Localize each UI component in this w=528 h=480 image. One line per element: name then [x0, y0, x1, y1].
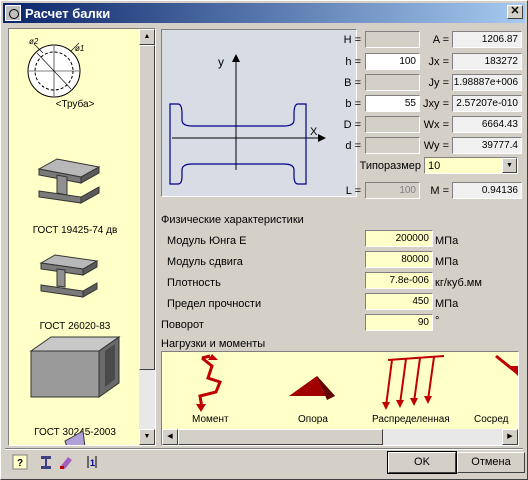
- help-icon[interactable]: ?: [11, 454, 29, 472]
- young-unit: МПа: [435, 235, 459, 247]
- L-label: L =: [345, 185, 361, 197]
- dim-D-label: D =: [343, 119, 361, 131]
- dim-h-field[interactable]: 100: [365, 53, 420, 70]
- load-label: Распределенная: [372, 414, 450, 425]
- scroll-left-button[interactable]: ◀: [162, 429, 178, 445]
- density-label: Плотность: [167, 277, 221, 289]
- prop-Wy-label: Wy =: [423, 140, 449, 152]
- prop-Wy-field: 39777.4: [452, 137, 522, 154]
- prop-A-label: A =: [432, 34, 449, 46]
- load-label: Момент: [192, 414, 229, 425]
- pipe-section-icon: ø2 ø1: [27, 37, 84, 98]
- rotation-label: Поворот: [161, 319, 204, 331]
- support-icon: [289, 376, 335, 400]
- paint-icon[interactable]: [57, 454, 75, 472]
- shear-unit: МПа: [435, 256, 459, 268]
- app-icon: [5, 5, 21, 21]
- prop-Wx-field: 6664.43: [452, 116, 522, 133]
- axis-y-label: y: [218, 55, 224, 69]
- young-label: Модуль Юнга E: [167, 235, 247, 247]
- info-icon[interactable]: 1: [83, 454, 101, 472]
- scroll-thumb[interactable]: [178, 429, 383, 445]
- prop-Jxy-label: Jxy =: [423, 98, 449, 110]
- L-field[interactable]: 100: [365, 182, 420, 199]
- chevron-down-icon[interactable]: ▼: [502, 158, 517, 173]
- density-unit: кг/куб.мм: [435, 277, 482, 289]
- beam-icon[interactable]: [37, 454, 55, 472]
- loads-list[interactable]: Момент Опора Распределенная Сосред ◀ ▶: [161, 351, 519, 446]
- scroll-up-button[interactable]: ▲: [139, 29, 155, 45]
- dim-D-field[interactable]: [365, 116, 420, 133]
- profile-list-scrollbar[interactable]: ▲ ▼: [139, 29, 155, 445]
- M-label: M =: [430, 185, 449, 197]
- scroll-down-button[interactable]: ▼: [139, 429, 155, 445]
- profile-item-partial[interactable]: [9, 427, 141, 445]
- profile-item-gost-30245[interactable]: ГОСТ 30245-2003: [9, 329, 141, 438]
- prop-A-field: 1206.87: [452, 31, 522, 48]
- loads-title: Нагрузки и моменты: [161, 338, 266, 350]
- pipe-dim-inner: ø1: [75, 44, 84, 53]
- rotation-field[interactable]: 90: [365, 314, 433, 331]
- profile-item-gost-26020[interactable]: ГОСТ 26020-83: [9, 233, 141, 333]
- prop-Jx-field: 183272: [452, 53, 522, 70]
- pipe-dim-outer: ø2: [29, 37, 39, 46]
- loads-scrollbar[interactable]: ◀ ▶: [162, 429, 518, 445]
- rotation-unit: °: [435, 315, 440, 327]
- ok-button[interactable]: OK: [387, 451, 457, 474]
- distributed-load-icon: [382, 355, 445, 410]
- window-title: Расчет балки: [25, 5, 111, 21]
- physical-title: Физические характеристики: [161, 214, 304, 226]
- shear-label: Модуль сдвига: [167, 256, 243, 268]
- profile-label: <Труба>: [55, 99, 95, 110]
- size-value: 10: [428, 160, 441, 172]
- profile-list[interactable]: ø2 ø1 <Труба> ГОСТ 19425-74 дв ГОСТ 2602…: [8, 28, 156, 446]
- i-beam-section-drawing: y X: [169, 54, 326, 185]
- prop-Jy-label: Jy =: [428, 77, 449, 89]
- svg-text:?: ?: [17, 458, 23, 469]
- dim-d-label: d =: [345, 140, 361, 152]
- prop-Jy-field: 1.98887e+006: [452, 74, 522, 91]
- cancel-button[interactable]: Отмена: [457, 452, 525, 473]
- dim-h-label: h =: [345, 56, 361, 68]
- profile-item-gost-19425[interactable]: ГОСТ 19425-74 дв: [9, 139, 141, 239]
- section-preview: y X: [161, 29, 357, 197]
- dim-B-field[interactable]: [365, 74, 420, 91]
- prop-Jxy-field: 2.57207e-010: [452, 95, 522, 112]
- young-field[interactable]: 200000: [365, 230, 433, 247]
- rect-tube-icon: [29, 336, 121, 398]
- axis-x-label: X: [310, 126, 318, 138]
- shear-field[interactable]: 80000: [365, 251, 433, 268]
- close-button[interactable]: ✕: [507, 5, 523, 19]
- dim-H-field[interactable]: [365, 31, 420, 48]
- dim-b-label: b =: [345, 98, 361, 110]
- dim-B-label: B =: [344, 77, 361, 89]
- size-select[interactable]: 10 ▼: [424, 157, 518, 174]
- prop-Jx-label: Jx =: [428, 56, 449, 68]
- prop-Wx-label: Wx =: [423, 119, 449, 131]
- size-label: Типоразмер: [359, 160, 421, 172]
- dim-d-field[interactable]: [365, 137, 420, 154]
- scroll-right-button[interactable]: ▶: [502, 429, 518, 445]
- i-beam-19425-icon: [37, 158, 101, 204]
- load-label: Сосред: [474, 414, 509, 425]
- dialog-window: Расчет балки ✕ ø2 ø1 <Труба> ГОСТ 19425-…: [0, 0, 528, 480]
- dim-b-field[interactable]: 55: [365, 95, 420, 112]
- moment-icon: [196, 354, 222, 412]
- M-field: 0.94136: [452, 182, 522, 199]
- profile-partial-icon: [64, 430, 86, 445]
- concentrated-load-icon: [495, 354, 518, 376]
- strength-field[interactable]: 450: [365, 293, 433, 310]
- profile-item-pipe[interactable]: ø2 ø1 <Труба>: [9, 33, 141, 113]
- dim-H-label: H =: [343, 34, 361, 46]
- scroll-thumb[interactable]: [139, 45, 155, 370]
- svg-text:1: 1: [90, 458, 95, 468]
- title-bar: Расчет балки ✕: [3, 3, 525, 23]
- load-label: Опора: [298, 414, 328, 425]
- strength-label: Предел прочности: [167, 298, 262, 310]
- i-beam-26020-icon: [39, 254, 99, 298]
- density-field[interactable]: 7.8e-006: [365, 272, 433, 289]
- strength-unit: МПа: [435, 298, 459, 310]
- footer-separator: [5, 448, 523, 450]
